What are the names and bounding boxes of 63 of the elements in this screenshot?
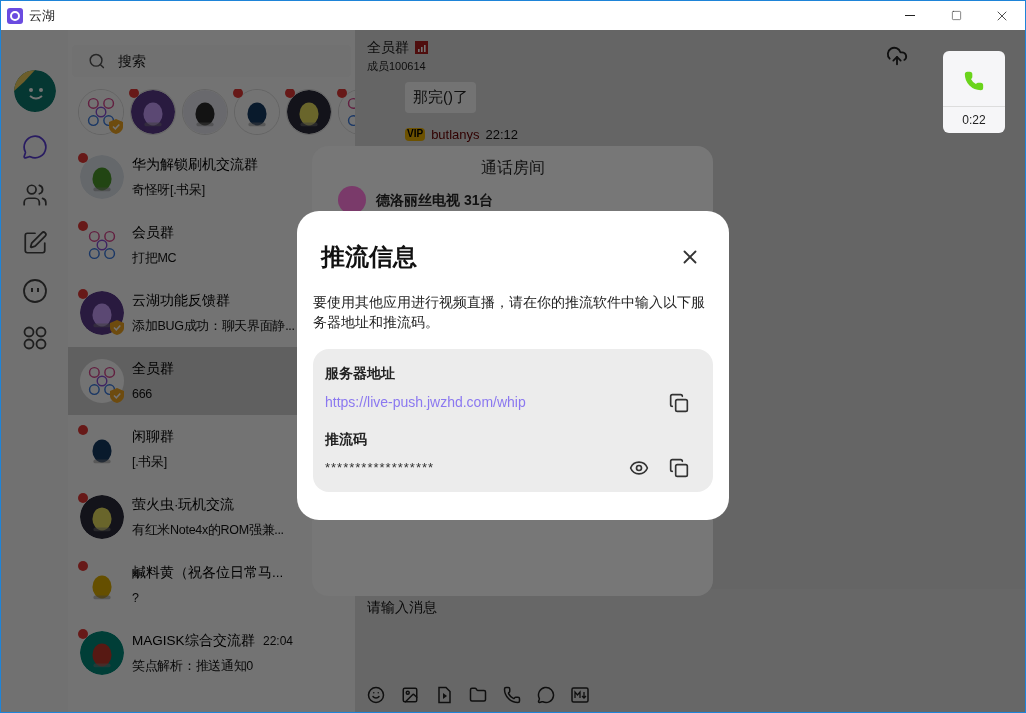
- chat-preview: [.书呆]: [132, 453, 167, 471]
- call-room-title: 通话房间: [479, 158, 546, 178]
- face-icon[interactable]: [21, 278, 48, 304]
- chat-name: 云湖功能反馈群: [132, 291, 230, 310]
- chat-preview: 666: [132, 385, 152, 403]
- story-avatar[interactable]: [130, 89, 176, 135]
- chat-name: 萤火虫·玩机交流: [132, 495, 235, 514]
- call-room-member: 德洛丽丝电视 31台: [376, 193, 494, 207]
- chat-name: MAGISK综合交流群: [132, 631, 255, 650]
- copy-icon[interactable]: [669, 392, 689, 413]
- vip-badge: VIP: [405, 128, 426, 141]
- app-logo-icon: [7, 7, 23, 24]
- chat-time: 22:04: [262, 632, 293, 650]
- dialog-title: 推流信息: [321, 242, 417, 272]
- chat-list-item[interactable]: 全员群 666: [68, 347, 297, 415]
- signal-icon: [415, 41, 428, 55]
- phone-icon: [964, 71, 984, 91]
- story-avatar[interactable]: [182, 89, 228, 135]
- chat-preview: 奇怪呀[.书呆]: [132, 181, 206, 199]
- folder-icon[interactable]: [469, 686, 487, 704]
- search-icon: [88, 51, 106, 71]
- member-count: 成员100614: [367, 59, 427, 75]
- chat-preview: 有红米Note4x的ROM强兼...: [132, 521, 284, 539]
- profile-avatar[interactable]: [13, 70, 56, 112]
- window-title: 云湖: [29, 6, 55, 25]
- chat-name: 会员群: [132, 223, 174, 242]
- chat-name: 闲聊群: [132, 427, 174, 446]
- chat-title: 全员群: [367, 38, 409, 58]
- chat-icon[interactable]: [21, 134, 48, 160]
- sender-name: butlanys: [431, 125, 480, 144]
- message-input[interactable]: 请输入消息: [367, 597, 1013, 618]
- call-duration: 0:22: [962, 112, 986, 129]
- stream-key: ******************: [325, 458, 435, 478]
- search-field[interactable]: 搜索: [117, 50, 335, 72]
- chat-preview: 添加BUG成功：聊天界面静...: [132, 317, 295, 335]
- markdown-icon[interactable]: [571, 687, 589, 703]
- call-icon[interactable]: [503, 686, 521, 704]
- image-icon[interactable]: [401, 686, 419, 704]
- call-widget[interactable]: 0:22: [943, 51, 1005, 133]
- dialog-description: 要使用其他应用进行视频直播，请在你的推流软件中输入以下服务器地址和推流码。: [313, 294, 706, 332]
- apps-icon[interactable]: [22, 326, 47, 350]
- field-label: 服务器地址: [325, 364, 396, 383]
- field-label: 推流码: [325, 430, 368, 449]
- server-url[interactable]: https://live-push.jwzhd.com/whip: [325, 392, 526, 413]
- chat-name: 华为解锁刷机交流群: [132, 155, 258, 174]
- contacts-icon[interactable]: [21, 182, 48, 208]
- chat-preview: 打把MC: [132, 249, 177, 267]
- group-avatar-icon: [80, 359, 124, 403]
- chat-name: 全员群: [132, 359, 174, 378]
- copy-icon[interactable]: [669, 458, 689, 478]
- chat-preview: 笑点解析：推送通知0: [132, 657, 253, 675]
- notes-icon[interactable]: [21, 230, 48, 256]
- chat-preview: ?: [132, 589, 139, 607]
- cloud-upload-icon[interactable]: [886, 45, 908, 67]
- emoji-icon[interactable]: [367, 686, 385, 704]
- maximize-icon: [950, 10, 962, 21]
- story-avatar[interactable]: [286, 89, 332, 135]
- message-time: 22:12: [485, 125, 519, 144]
- video-file-icon[interactable]: [435, 686, 453, 704]
- message-bubble: 那完()了: [405, 82, 476, 113]
- show-password-icon[interactable]: [629, 458, 649, 478]
- minimize-icon: [905, 15, 915, 16]
- chat-name: 鹹料黄（祝各位日常马...: [132, 563, 284, 582]
